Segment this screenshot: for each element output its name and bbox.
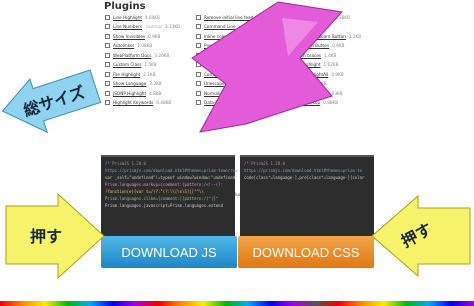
callout-push-left: 押す [30, 227, 63, 246]
annotation-arrows [1, 1, 471, 280]
pink-arrow [191, 1, 343, 133]
